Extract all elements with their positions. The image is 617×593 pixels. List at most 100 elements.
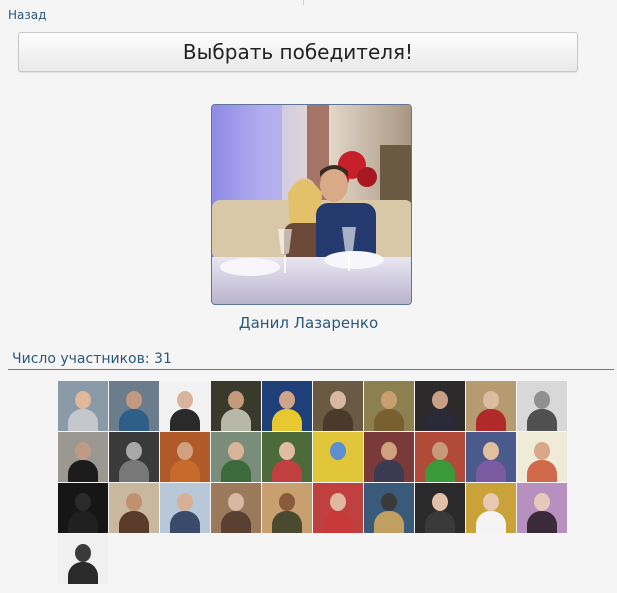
avatar-torso: [119, 511, 149, 533]
participant-avatar[interactable]: [415, 483, 465, 533]
avatar-torso: [476, 460, 506, 482]
participant-avatar[interactable]: [211, 381, 261, 431]
avatar-head: [177, 493, 193, 511]
avatar-head: [534, 391, 550, 409]
avatar-head: [483, 442, 499, 460]
participant-avatar[interactable]: [262, 483, 312, 533]
avatar-head: [126, 493, 142, 511]
avatar-torso: [68, 562, 98, 584]
avatar-head: [279, 493, 295, 511]
avatar-head: [75, 493, 91, 511]
participant-avatar[interactable]: [364, 432, 414, 482]
participant-avatar[interactable]: [211, 432, 261, 482]
avatar-torso: [476, 511, 506, 533]
avatar-torso: [323, 460, 353, 482]
avatar-torso: [170, 409, 200, 431]
participant-avatar[interactable]: [313, 483, 363, 533]
avatar-head: [75, 544, 91, 562]
avatar-torso: [527, 511, 557, 533]
participant-avatar[interactable]: [58, 432, 108, 482]
pick-winner-button[interactable]: Выбрать победителя!: [18, 32, 578, 72]
avatar-torso: [374, 409, 404, 431]
participant-avatar[interactable]: [313, 432, 363, 482]
avatar-head: [228, 391, 244, 409]
participant-avatar[interactable]: [109, 432, 159, 482]
avatar-head: [534, 493, 550, 511]
avatar-head: [177, 391, 193, 409]
participants-count: Число участников: 31: [12, 351, 172, 367]
avatar-head: [432, 493, 448, 511]
winner-name[interactable]: Данил Лазаренко: [0, 314, 617, 332]
avatar-head: [330, 442, 346, 460]
avatar-head: [381, 493, 397, 511]
avatar-torso: [272, 460, 302, 482]
avatar-torso: [170, 460, 200, 482]
avatar-torso: [119, 460, 149, 482]
avatar-torso: [527, 409, 557, 431]
avatar-head: [432, 442, 448, 460]
participant-avatar[interactable]: [517, 432, 567, 482]
avatar-head: [483, 493, 499, 511]
avatar-torso: [170, 511, 200, 533]
avatar-torso: [374, 460, 404, 482]
avatar-head: [177, 442, 193, 460]
participant-avatar[interactable]: [364, 483, 414, 533]
avatar-head: [228, 493, 244, 511]
participant-avatar[interactable]: [109, 483, 159, 533]
participants-divider: [8, 369, 614, 370]
participant-avatar[interactable]: [160, 432, 210, 482]
participant-avatar[interactable]: [160, 381, 210, 431]
participant-avatar[interactable]: [415, 381, 465, 431]
avatar-torso: [221, 409, 251, 431]
participant-avatar[interactable]: [313, 381, 363, 431]
avatar-head: [279, 391, 295, 409]
avatar-head: [381, 391, 397, 409]
avatar-torso: [272, 409, 302, 431]
participant-avatar[interactable]: [517, 483, 567, 533]
avatar-torso: [119, 409, 149, 431]
participant-avatar[interactable]: [262, 432, 312, 482]
avatar-torso: [221, 460, 251, 482]
avatar-torso: [323, 409, 353, 431]
avatar-torso: [527, 460, 557, 482]
avatar-head: [381, 442, 397, 460]
participant-avatar[interactable]: [160, 483, 210, 533]
avatar-head: [534, 442, 550, 460]
back-link[interactable]: Назад: [8, 8, 46, 22]
participant-avatar[interactable]: [517, 381, 567, 431]
avatar-torso: [323, 511, 353, 533]
top-divider: [303, 0, 304, 5]
avatar-torso: [272, 511, 302, 533]
avatar-head: [126, 391, 142, 409]
avatar-head: [126, 442, 142, 460]
avatar-head: [483, 391, 499, 409]
winner-photo[interactable]: [211, 104, 412, 305]
avatar-torso: [476, 409, 506, 431]
avatar-head: [432, 391, 448, 409]
participant-avatar[interactable]: [58, 483, 108, 533]
participant-avatar[interactable]: [262, 381, 312, 431]
participant-avatar[interactable]: [211, 483, 261, 533]
participant-avatar[interactable]: [466, 381, 516, 431]
avatar-torso: [425, 460, 455, 482]
avatar-torso: [425, 409, 455, 431]
avatar-head: [75, 391, 91, 409]
avatar-torso: [68, 511, 98, 533]
avatar-torso: [68, 409, 98, 431]
participant-avatar[interactable]: [109, 381, 159, 431]
avatar-torso: [221, 511, 251, 533]
participant-avatar[interactable]: [364, 381, 414, 431]
avatar-torso: [374, 511, 404, 533]
avatar-head: [279, 442, 295, 460]
participant-avatar[interactable]: [415, 432, 465, 482]
participant-avatar[interactable]: [466, 483, 516, 533]
participant-avatar[interactable]: [58, 381, 108, 431]
avatar-head: [228, 442, 244, 460]
avatar-head: [75, 442, 91, 460]
participant-avatar[interactable]: [58, 534, 108, 584]
participant-avatar[interactable]: [466, 432, 516, 482]
avatar-head: [330, 493, 346, 511]
avatar-torso: [425, 511, 455, 533]
avatar-torso: [68, 460, 98, 482]
avatar-head: [330, 391, 346, 409]
